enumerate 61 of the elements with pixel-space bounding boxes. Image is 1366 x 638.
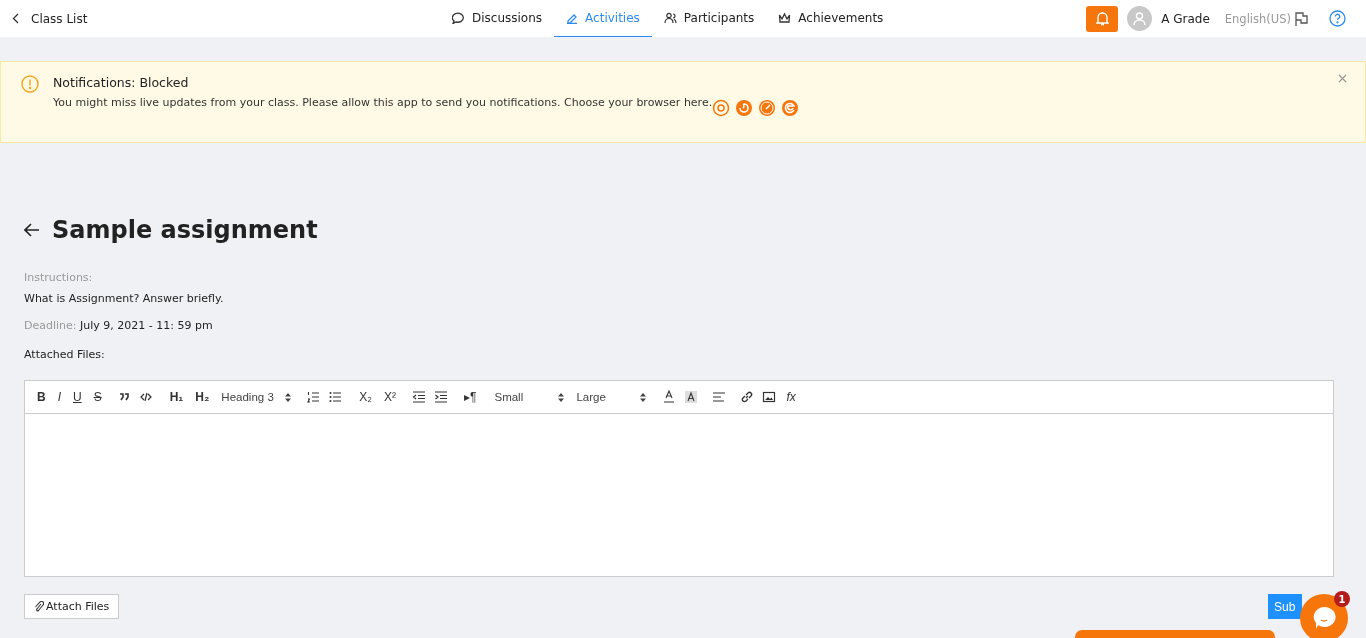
nav-tab[interactable]: Achievements: [766, 0, 896, 37]
link-icon[interactable]: [740, 390, 755, 404]
nav-tab[interactable]: Activities: [554, 0, 652, 37]
indent-icon[interactable]: [434, 390, 448, 404]
alert-message: You might miss live updates from your class. Please allow this app to send you notifications. Choose your browser here.: [53, 96, 713, 109]
bullet-list-icon[interactable]: [329, 390, 344, 404]
format-button[interactable]: H₂: [193, 388, 212, 406]
people-icon: [663, 12, 677, 24]
updown-arrows-icon: [285, 392, 292, 402]
format-button[interactable]: S: [91, 388, 104, 406]
format-dropdown[interactable]: Large: [574, 391, 649, 403]
code-icon[interactable]: [139, 390, 154, 404]
back-arrow-icon[interactable]: [24, 223, 40, 237]
close-icon[interactable]: [1338, 74, 1347, 83]
format-button[interactable]: X²: [382, 388, 398, 406]
chat-bubble-icon: [1311, 605, 1337, 631]
attached-files-label: Attached Files:: [24, 348, 106, 361]
align-icon[interactable]: [712, 390, 727, 404]
browser-icon[interactable]: [781, 99, 800, 117]
chevron-left-icon: [12, 13, 19, 24]
format-button[interactable]: H₁: [167, 388, 186, 406]
chat-icon: [452, 12, 465, 24]
bell-icon: [1095, 11, 1109, 26]
format-button[interactable]: fx: [784, 388, 798, 406]
format-button[interactable]: U: [71, 388, 84, 406]
flag-icon[interactable]: [1294, 11, 1308, 26]
browser-icon[interactable]: [712, 99, 731, 117]
format-button[interactable]: X₂: [357, 388, 374, 406]
format-button[interactable]: I: [55, 388, 63, 406]
deadline-value: July 9, 2021 - 11: 59 pm: [80, 319, 213, 332]
pen-icon: [566, 12, 579, 24]
unread-badge: 1: [1334, 591, 1350, 607]
paperclip-icon: [34, 601, 44, 612]
format-dropdown[interactable]: Small: [492, 391, 567, 403]
notification-button[interactable]: [1086, 5, 1119, 32]
browser-icon[interactable]: [758, 99, 777, 117]
updown-arrows-icon: [558, 392, 565, 402]
alert-title: Notifications: Blocked: [53, 75, 190, 90]
updown-arrows-icon: [640, 392, 647, 402]
nav-tab[interactable]: Participants: [651, 0, 767, 37]
instructions-text: What is Assignment? Answer briefly.: [24, 291, 225, 307]
deadline-label: Deadline:: [24, 319, 77, 332]
browser-icon[interactable]: [735, 99, 754, 117]
chat-button[interactable]: [1300, 594, 1348, 638]
highlight-icon[interactable]: [684, 390, 699, 404]
attach-files-button[interactable]: Attach Files: [24, 594, 120, 619]
numbered-list-icon[interactable]: [307, 390, 322, 404]
text-color-icon[interactable]: [662, 390, 677, 404]
instructions-label: Instructions:: [24, 270, 94, 286]
help-icon[interactable]: [1329, 10, 1346, 27]
format-button[interactable]: B: [35, 388, 48, 406]
crown-icon: [778, 12, 792, 24]
user-name: A Grade: [1161, 11, 1210, 26]
format-button[interactable]: ▸¶: [462, 388, 479, 406]
format-dropdown[interactable]: Heading 3: [219, 391, 294, 403]
warning-icon: [21, 75, 39, 93]
nav-tab[interactable]: Discussions: [440, 0, 555, 37]
outdent-icon[interactable]: [412, 390, 426, 404]
assignment-title: Sample assignment: [52, 216, 318, 244]
back-button[interactable]: Class List: [0, 10, 440, 27]
image-icon[interactable]: [762, 390, 777, 404]
